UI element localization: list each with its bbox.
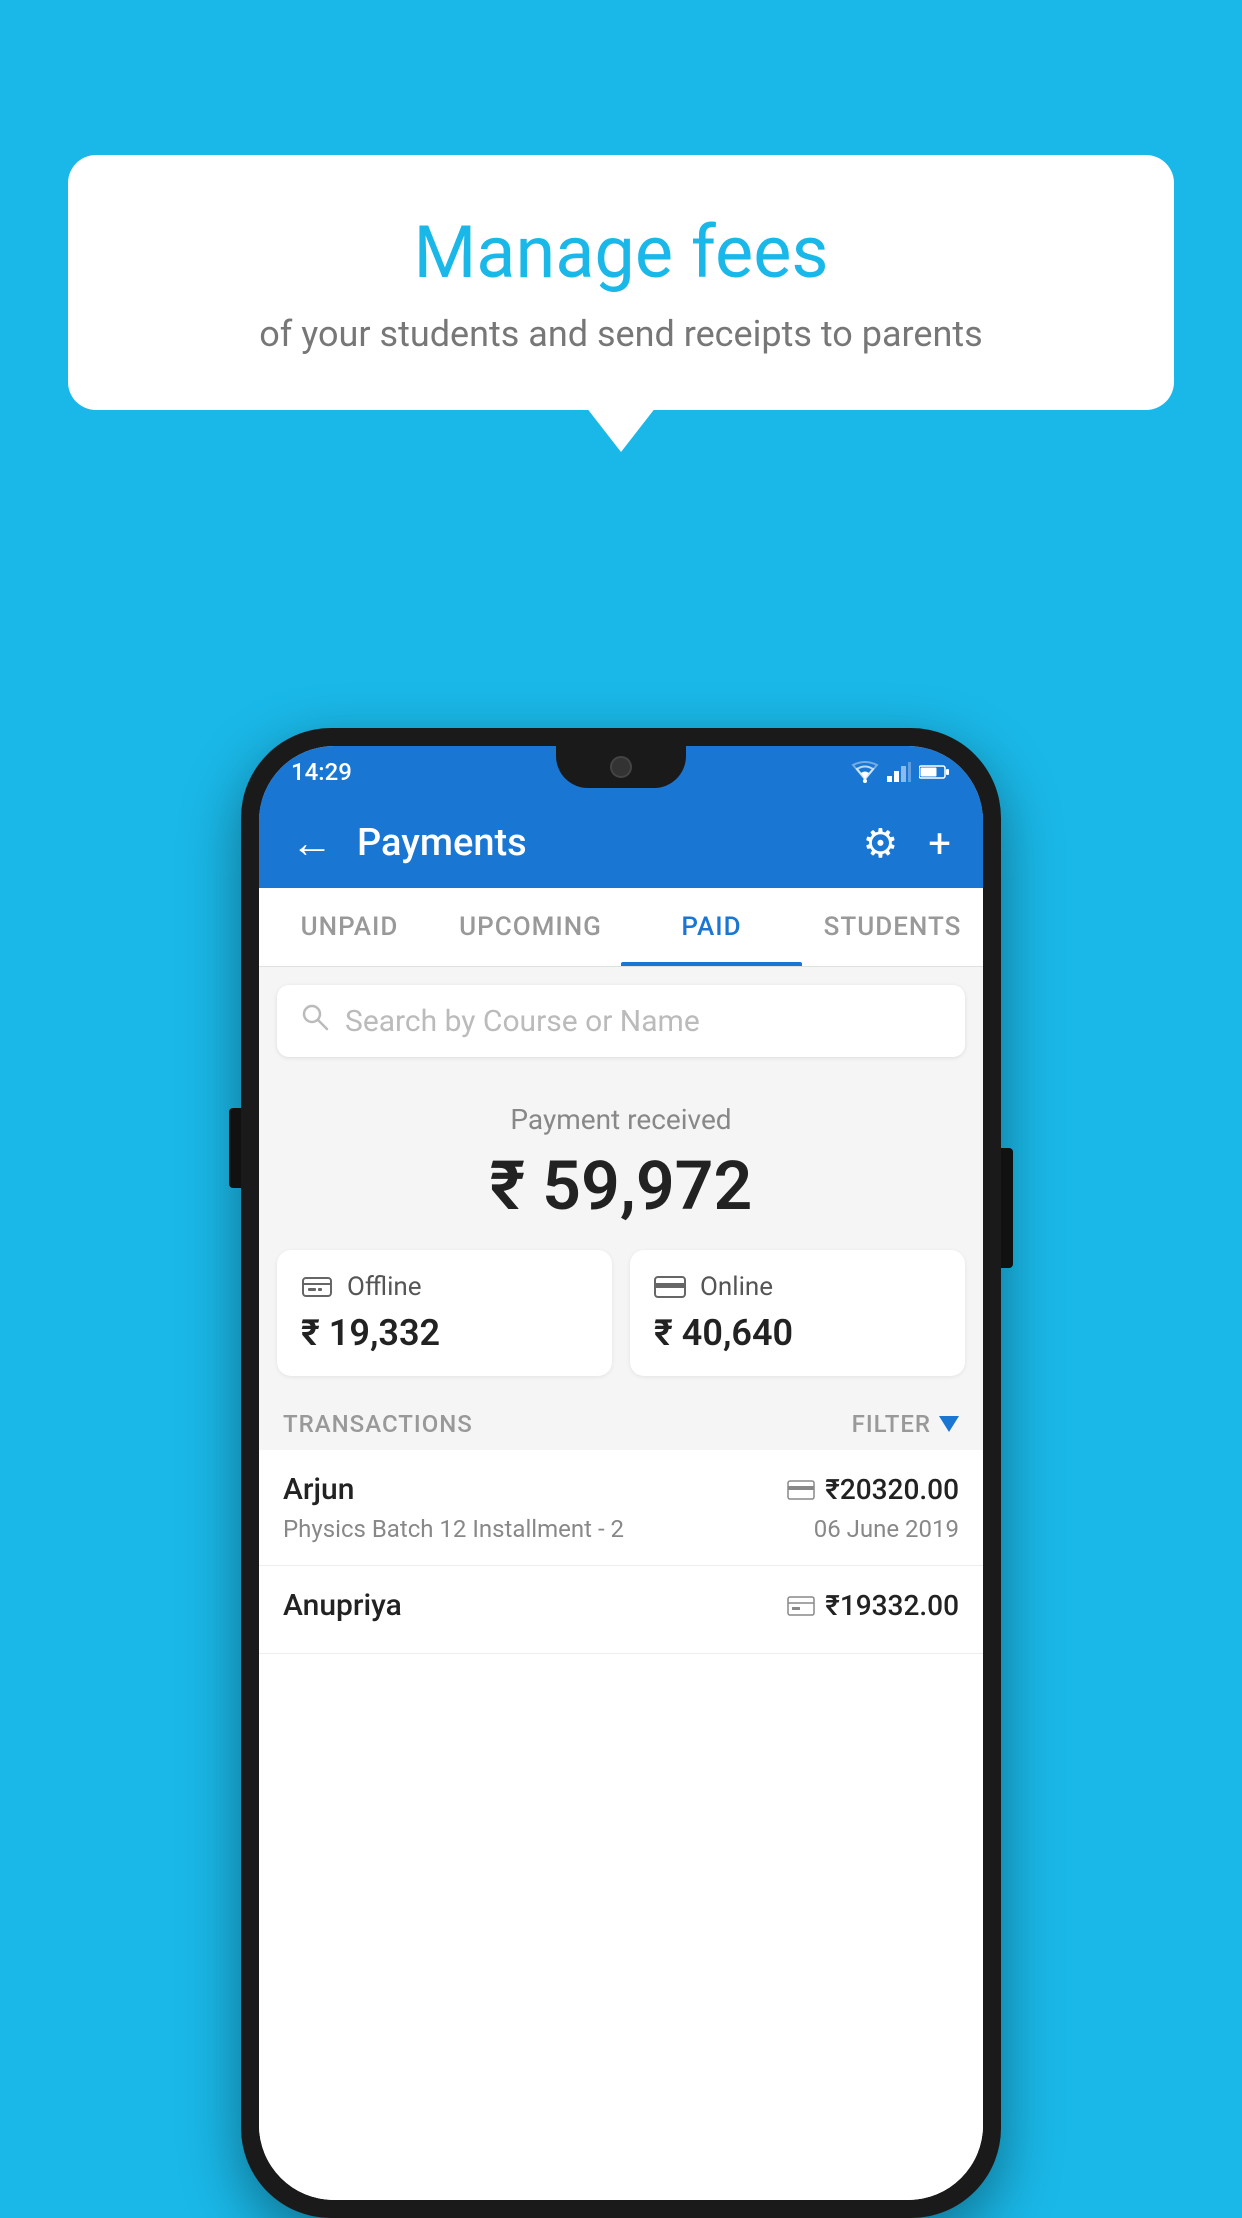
- app-bar-icons: ⚙ +: [862, 820, 951, 867]
- row-amount: ₹19332.00: [825, 1589, 959, 1622]
- bubble-subtitle: of your students and send receipts to pa…: [128, 313, 1114, 355]
- online-icon: [654, 1276, 686, 1298]
- signal-icon: [887, 762, 911, 782]
- add-icon[interactable]: +: [928, 820, 951, 867]
- camera: [610, 756, 632, 778]
- online-card-header: Online: [654, 1272, 941, 1302]
- filter-label: FILTER: [852, 1410, 931, 1438]
- online-card: Online ₹ 40,640: [630, 1250, 965, 1376]
- speech-bubble-container: Manage fees of your students and send re…: [68, 155, 1174, 410]
- phone-notch: [556, 746, 686, 788]
- payment-cards: Offline ₹ 19,332 Online ₹ 40,640: [259, 1250, 983, 1394]
- transactions-header: TRANSACTIONS FILTER: [259, 1394, 983, 1450]
- bubble-title: Manage fees: [128, 210, 1114, 295]
- transaction-row-bottom: Physics Batch 12 Installment - 2 06 June…: [283, 1515, 959, 1543]
- course-info: Physics Batch 12 Installment - 2: [283, 1515, 624, 1543]
- search-bar[interactable]: Search by Course or Name: [277, 985, 965, 1057]
- student-name: Anupriya: [283, 1588, 402, 1623]
- table-row[interactable]: Anupriya ₹19332.00: [259, 1566, 983, 1654]
- content-area: Search by Course or Name Payment receive…: [259, 967, 983, 2200]
- offline-icon: [301, 1274, 333, 1300]
- speech-bubble: Manage fees of your students and send re…: [68, 155, 1174, 410]
- app-bar: ← Payments ⚙ +: [259, 798, 983, 888]
- tab-unpaid[interactable]: UNPAID: [259, 888, 440, 966]
- app-bar-title: Payments: [357, 821, 862, 865]
- phone-screen: 14:29: [259, 746, 983, 2200]
- transactions-label: TRANSACTIONS: [283, 1410, 473, 1438]
- filter-icon: [939, 1416, 959, 1432]
- filter-button[interactable]: FILTER: [852, 1410, 959, 1438]
- online-label: Online: [700, 1272, 773, 1302]
- payment-received-label: Payment received: [259, 1103, 983, 1136]
- student-name: Arjun: [283, 1472, 354, 1507]
- table-row[interactable]: Arjun ₹20320.00 Physics Batch 12 Install…: [259, 1450, 983, 1566]
- offline-card: Offline ₹ 19,332: [277, 1250, 612, 1376]
- transaction-row-top: Arjun ₹20320.00: [283, 1472, 959, 1507]
- tab-paid[interactable]: PAID: [621, 888, 802, 966]
- online-payment-icon: [787, 1480, 815, 1500]
- back-button[interactable]: ←: [291, 819, 333, 868]
- transaction-amount: ₹20320.00: [787, 1473, 959, 1506]
- phone-frame: 14:29: [241, 728, 1001, 2218]
- search-icon: [301, 1003, 329, 1039]
- row-amount: ₹20320.00: [825, 1473, 959, 1506]
- offline-payment-icon: [787, 1595, 815, 1617]
- wifi-icon: [851, 761, 879, 783]
- offline-card-header: Offline: [301, 1272, 588, 1302]
- transaction-amount: ₹19332.00: [787, 1589, 959, 1622]
- online-amount: ₹ 40,640: [654, 1312, 941, 1354]
- tab-upcoming[interactable]: UPCOMING: [440, 888, 621, 966]
- tab-students[interactable]: STUDENTS: [802, 888, 983, 966]
- tabs-bar: UNPAID UPCOMING PAID STUDENTS: [259, 888, 983, 967]
- status-bar: 14:29: [259, 746, 983, 798]
- gear-icon[interactable]: ⚙: [862, 820, 898, 867]
- payment-received-section: Payment received ₹ 59,972: [259, 1075, 983, 1250]
- top-combined: 14:29: [259, 746, 983, 888]
- payment-received-amount: ₹ 59,972: [259, 1146, 983, 1226]
- search-input[interactable]: Search by Course or Name: [345, 1004, 700, 1039]
- transaction-date: 06 June 2019: [814, 1515, 959, 1543]
- offline-amount: ₹ 19,332: [301, 1312, 588, 1354]
- status-time: 14:29: [291, 758, 352, 786]
- offline-label: Offline: [347, 1272, 422, 1302]
- status-icons: [851, 761, 951, 783]
- battery-icon: [919, 764, 951, 780]
- transaction-row-top: Anupriya ₹19332.00: [283, 1588, 959, 1623]
- transaction-list: Arjun ₹20320.00 Physics Batch 12 Install…: [259, 1450, 983, 2200]
